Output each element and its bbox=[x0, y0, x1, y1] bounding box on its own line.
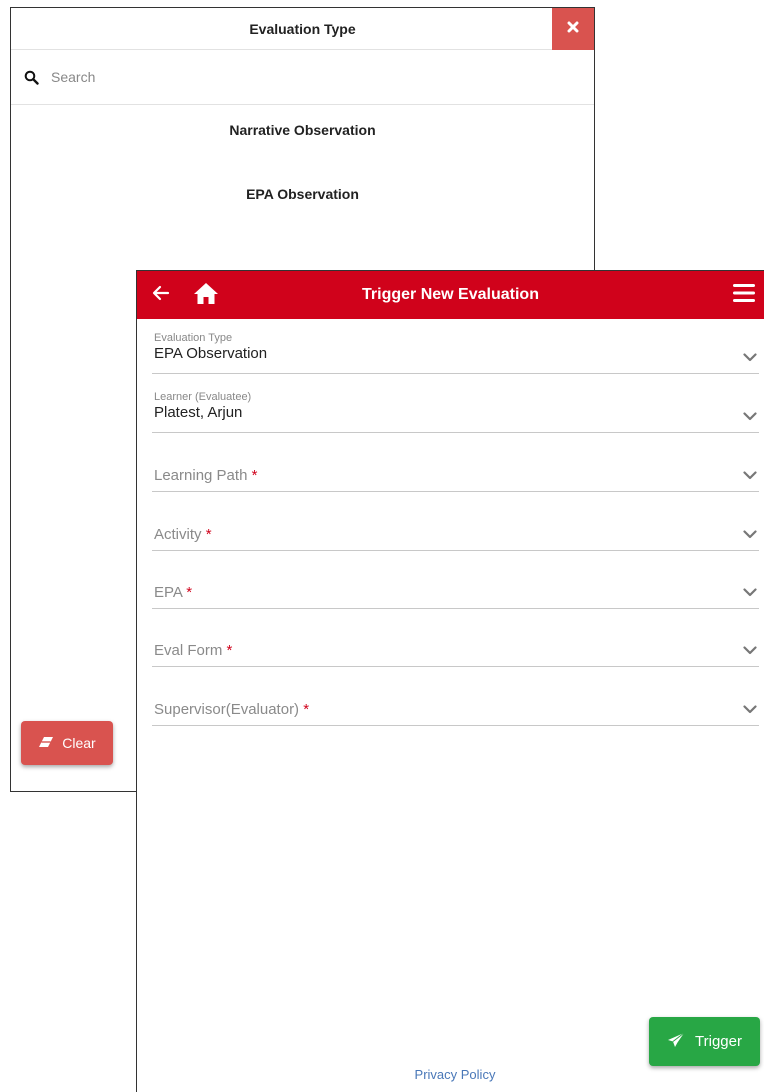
chevron-down-icon bbox=[743, 585, 757, 599]
epa-label: EPA bbox=[154, 584, 183, 601]
activity-placeholder: Activity * bbox=[154, 526, 212, 543]
epa-select[interactable]: EPA * bbox=[152, 559, 759, 609]
chevron-down-icon bbox=[743, 409, 757, 423]
picker-title: Evaluation Type bbox=[249, 21, 356, 37]
close-button[interactable] bbox=[552, 8, 594, 50]
home-button[interactable] bbox=[192, 281, 220, 309]
evaluation-type-value: EPA Observation bbox=[154, 345, 268, 362]
trigger-evaluation-panel: Trigger New Evaluation Evaluation Type E… bbox=[136, 270, 764, 1092]
required-mark: * bbox=[205, 526, 212, 543]
learning-path-select[interactable]: Learning Path * bbox=[152, 442, 759, 492]
trigger-label: Trigger bbox=[695, 1033, 742, 1050]
chevron-down-icon bbox=[743, 643, 757, 657]
home-icon bbox=[193, 281, 219, 310]
eval-form-label: Eval Form bbox=[154, 642, 223, 659]
supervisor-label: Supervisor(Evaluator) bbox=[154, 701, 300, 718]
required-mark: * bbox=[303, 701, 310, 718]
arrow-left-icon bbox=[152, 285, 170, 306]
evaluation-type-select[interactable]: Evaluation Type EPA Observation bbox=[152, 324, 759, 374]
supervisor-placeholder: Supervisor(Evaluator) * bbox=[154, 701, 309, 718]
required-mark: * bbox=[251, 467, 258, 484]
hamburger-menu-icon bbox=[733, 283, 755, 308]
option-narrative-observation[interactable]: Narrative Observation bbox=[11, 122, 594, 138]
supervisor-select[interactable]: Supervisor(Evaluator) * bbox=[152, 676, 759, 726]
learning-path-label: Learning Path bbox=[154, 467, 248, 484]
epa-placeholder: EPA * bbox=[154, 584, 192, 601]
search-icon bbox=[24, 70, 39, 85]
menu-button[interactable] bbox=[732, 283, 756, 307]
privacy-policy-link[interactable]: Privacy Policy bbox=[137, 1067, 764, 1082]
activity-select[interactable]: Activity * bbox=[152, 501, 759, 551]
learning-path-placeholder: Learning Path * bbox=[154, 467, 257, 484]
required-mark: * bbox=[226, 642, 233, 659]
chevron-down-icon bbox=[743, 702, 757, 716]
chevron-down-icon bbox=[743, 350, 757, 364]
search-bar bbox=[11, 50, 594, 105]
trigger-button[interactable]: Trigger bbox=[649, 1017, 760, 1066]
search-input[interactable] bbox=[49, 68, 549, 86]
back-button[interactable] bbox=[149, 283, 173, 307]
page-title: Trigger New Evaluation bbox=[362, 286, 539, 303]
activity-label: Activity bbox=[154, 526, 202, 543]
clear-button[interactable]: Clear bbox=[21, 721, 113, 765]
close-icon bbox=[567, 20, 579, 38]
learner-value: Platest, Arjun bbox=[154, 404, 243, 421]
clear-label: Clear bbox=[62, 735, 96, 751]
required-mark: * bbox=[186, 584, 193, 601]
learner-select[interactable]: Learner (Evaluatee) Platest, Arjun bbox=[152, 383, 759, 433]
eval-form-placeholder: Eval Form * bbox=[154, 642, 232, 659]
paper-plane-icon bbox=[667, 1032, 685, 1052]
evaluation-type-label: Evaluation Type bbox=[154, 332, 233, 344]
chevron-down-icon bbox=[743, 468, 757, 482]
app-bar: Trigger New Evaluation bbox=[137, 271, 764, 319]
picker-header: Evaluation Type bbox=[11, 8, 594, 50]
eval-form-select[interactable]: Eval Form * bbox=[152, 617, 759, 667]
learner-label: Learner (Evaluatee) bbox=[154, 391, 252, 403]
option-epa-observation[interactable]: EPA Observation bbox=[11, 186, 594, 202]
eraser-icon bbox=[38, 735, 54, 751]
chevron-down-icon bbox=[743, 527, 757, 541]
